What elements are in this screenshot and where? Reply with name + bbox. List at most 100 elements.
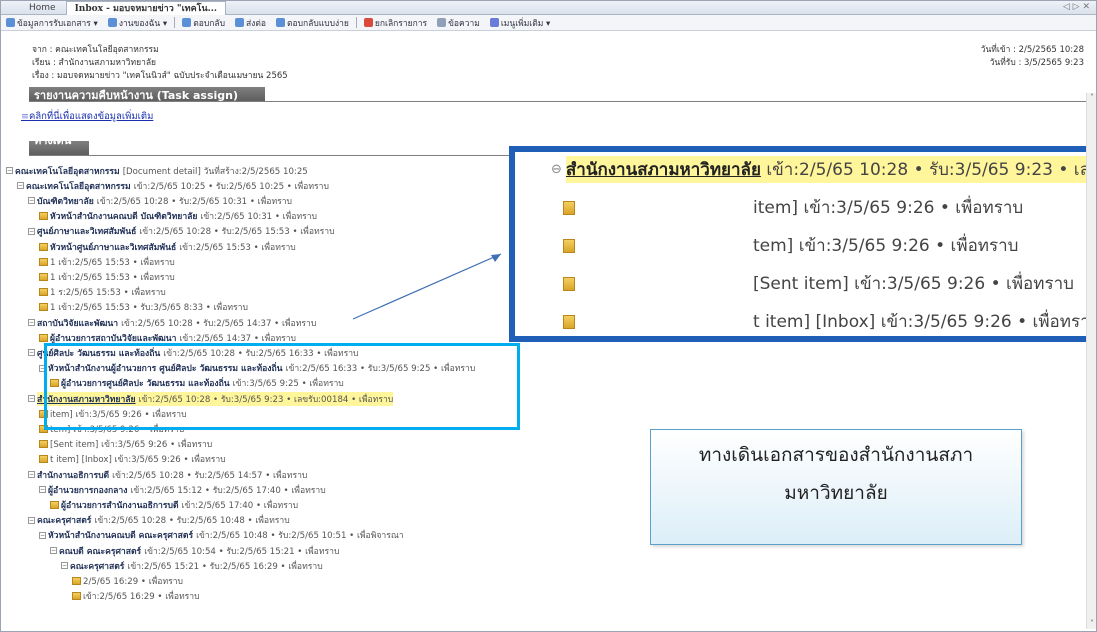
show-more-link[interactable]: ≡คลิกที่นี่เพื่อแสดงข้อมูลเพิ่มเติม [21, 109, 153, 124]
toolbar-button-4[interactable]: ตอบกลับแบบง่าย [271, 16, 354, 30]
tree-row[interactable]: 2/5/65 16:29 • เพื่อทราบ [72, 575, 183, 587]
toolbar-button-5[interactable]: ยกเลิกรายการ [359, 16, 432, 30]
path-divider [29, 155, 509, 156]
document-icon [39, 303, 48, 312]
tree-row[interactable]: 1 เข้า:2/5/65 15:53 • รับ:3/5/65 8:33 • … [39, 302, 248, 313]
toolbar-button-label: ยกเลิกรายการ [374, 18, 428, 29]
tree-node-name[interactable]: คณะครุศาสตร์ [70, 562, 124, 572]
tree-row[interactable]: ผู้อำนวยการสถาบันวิจัยและพัฒนา เข้า:2/5/6… [39, 332, 296, 344]
tree-node-detail: 1 เข้า:2/5/65 15:53 • เพื่อทราบ [50, 272, 175, 283]
collapse-toggle-icon[interactable]: − [28, 197, 35, 205]
inbox-tab[interactable]: Inbox - มอบจหมายข่าว "เทคโน... [65, 1, 227, 15]
zoom-row-content: item] เข้า:3/5/65 9:26 • เพื่อทราบ [753, 194, 1023, 221]
tree-node-name[interactable]: ศูนย์ภาษาและวิเทศสัมพันธ์ [37, 227, 136, 237]
tree-node-name[interactable]: คณะครุศาสตร์ [37, 516, 91, 526]
tree-row[interactable]: − หัวหน้าสำนักงานคณบดี คณะครุศาสตร์ เข้า:2… [39, 530, 404, 541]
collapse-toggle-icon[interactable]: − [28, 227, 35, 235]
toolbar-button-label: งานของฉัน ▾ [118, 18, 168, 29]
tree-node-detail: เข้า:2/5/65 10:28 • รับ:2/5/65 10:31 • เ… [96, 196, 293, 207]
highlight-callout-box [44, 343, 520, 430]
tree-row[interactable]: หัวหน้าสำนักงานคณบดี บัณฑิตวิทยาลัย เข้า:… [39, 211, 317, 222]
collapse-toggle-icon[interactable]: − [17, 182, 24, 190]
title-bar: Home Inbox - มอบจหมายข่าว "เทคโน... ◁ ▷ … [1, 1, 1096, 15]
scroll-down-icon[interactable]: ˅ [1087, 619, 1096, 629]
toolbar-button-1[interactable]: งานของฉัน ▾ [103, 16, 172, 30]
toolbar: ข้อมูลการรับเอกสาร ▾ งานของฉัน ▾ ตอบกลับ ส่… [1, 15, 1096, 31]
tree-row[interactable]: − คณะครุศาสตร์ เข้า:2/5/65 10:28 • รับ:2/5… [28, 515, 290, 526]
document-icon [563, 314, 575, 329]
collapse-toggle-icon[interactable]: − [61, 562, 68, 570]
tree-node-name[interactable]: ผู้อำนวยการกองกลาง [48, 486, 127, 496]
home-tab[interactable]: Home [29, 3, 56, 13]
tree-row-content: 1 เข้า:2/5/65 15:53 • รับ:3/5/65 8:33 • … [50, 300, 248, 314]
tree-node-detail: เข้า:2/5/65 10:25 • รับ:2/5/65 10:25 • เ… [133, 181, 329, 192]
received-date: วันที่รับ : 3/5/2565 9:23 [989, 58, 1084, 68]
tree-node-name[interactable]: หัวหน้าสำนักงานคณบดี บัณฑิตวิทยาลัย [50, 212, 197, 222]
toolbar-button-7[interactable]: เมนูเพิ่มเติม ▾ [485, 16, 555, 30]
tree-node-name[interactable]: คณะเทคโนโลยีอุตสาหกรรม [26, 182, 131, 192]
collapse-toggle-icon[interactable]: − [28, 471, 35, 478]
document-window: Home Inbox - มอบจหมายข่าว "เทคโน... ◁ ▷ … [0, 0, 1097, 632]
document-header: จาก : คณะเทคโนโลยีอุตสาหกรรม เรียน : สำน… [1, 32, 1096, 82]
toolbar-button-0[interactable]: ข้อมูลการรับเอกสาร ▾ [1, 16, 103, 30]
tree-node-name[interactable]: บัณฑิตวิทยาลัย [37, 197, 94, 207]
tree-row[interactable]: 1 เข้า:2/5/65 15:53 • เพื่อทราบ [39, 256, 175, 268]
toolbar-button-3[interactable]: ส่งต่อ [230, 16, 271, 30]
tree-row-content: เข้า:2/5/65 16:29 • เพื่อทราบ [83, 589, 200, 603]
tree-node-name[interactable]: หัวหน้าสำนักงานคณบดี คณะครุศาสตร์ [48, 531, 193, 541]
tree-row[interactable]: − คณบดี คณะครุศาสตร์ เข้า:2/5/65 10:54 • ร… [50, 545, 339, 557]
document-icon [39, 272, 48, 281]
tree-row[interactable]: − สำนักงานอธิการบดี เข้า:2/5/65 10:28 • รั… [28, 469, 307, 481]
tree-node-name[interactable]: สถาบันวิจัยและพัฒนา [37, 319, 118, 329]
scroll-up-icon[interactable]: ˄ [1087, 93, 1096, 103]
toolbar-button-label: ตอบกลับ [193, 18, 225, 29]
tree-node-name[interactable]: คณบดี คณะครุศาสตร์ [59, 547, 141, 557]
collapse-toggle-icon[interactable]: − [39, 531, 46, 539]
tree-row[interactable]: t item] [Inbox] เข้า:3/5/65 9:26 • เพื่อ… [39, 454, 226, 465]
tree-row[interactable]: − บัณฑิตวิทยาลัย เข้า:2/5/65 10:28 • รับ:2… [28, 195, 293, 207]
collapse-toggle-icon[interactable]: − [6, 167, 13, 174]
tree-row[interactable]: − ศูนย์ภาษาและวิเทศสัมพันธ์ เข้า:2/5/65 10… [28, 226, 335, 237]
annotation-note: ทางเดินเอกสารของสำนักงานสภา มหาวิทยาลัย [650, 429, 1022, 545]
show-more-link-text[interactable]: คลิกที่นี่เพื่อแสดงข้อมูลเพิ่มเติม [29, 111, 153, 122]
tree-row-content: หัวหน้าศูนย์ภาษาและวิเทศสัมพันธ์ เข้า:2/5… [50, 240, 296, 254]
tree-row[interactable]: − คณะครุศาสตร์ เข้า:2/5/65 15:21 • รับ:2/5… [61, 560, 323, 572]
toolbar-button-6[interactable]: ข้อความ [432, 16, 485, 30]
vertical-scrollbar[interactable]: ˄ ˅ [1086, 93, 1096, 629]
tree-row[interactable]: 1 ร:2/5/65 15:53 • เพื่อทราบ [39, 287, 166, 298]
tree-node-name[interactable]: หัวหน้าศูนย์ภาษาและวิเทศสัมพันธ์ [50, 243, 176, 253]
tree-node-name[interactable]: สำนักงานอธิการบดี [37, 471, 109, 481]
collapse-toggle-icon[interactable]: − [50, 547, 57, 554]
tree-row[interactable]: − สถาบันวิจัยและพัฒนา เข้า:2/5/65 10:28 • … [28, 317, 316, 329]
tree-row[interactable]: − คณะเทคโนโลยีอุตสาหกรรม [Document detail]… [6, 165, 308, 177]
collapse-toggle-icon[interactable]: − [28, 516, 35, 524]
toolbar-button-label: ข้อความ [448, 18, 480, 29]
tree-node-name[interactable]: ผู้อำนวยการสำนักงานอธิการบดี [61, 501, 179, 511]
tree-row[interactable]: หัวหน้าศูนย์ภาษาและวิเทศสัมพันธ์ เข้า:2/5… [39, 240, 296, 254]
tree-row[interactable]: [Sent item] เข้า:3/5/65 9:26 • เพื่อทราบ [39, 439, 212, 450]
toolbar-separator [174, 17, 176, 28]
task-assign-header[interactable]: รายงานความคืบหน้างาน (Task assign) [29, 87, 265, 102]
collapse-toggle-icon[interactable]: − [28, 395, 35, 402]
toolbar-button-2[interactable]: ตอบกลับ [177, 16, 230, 30]
zoom-node-name: สำนักงานสภามหาวิทยาลัย [565, 160, 761, 180]
document-path-header[interactable]: ทางเดินเอกสาร [29, 134, 89, 165]
note-line-1: ทางเดินเอกสารของสำนักงานสภา [698, 444, 974, 466]
tree-row[interactable]: − ผู้อำนวยการกองกลาง เข้า:2/5/65 15:12 • ร… [39, 483, 326, 497]
toolbar-button-label: เมนูเพิ่มเติม ▾ [500, 18, 551, 29]
tree-row-content: ผู้อำนวยการกองกลาง เข้า:2/5/65 15:12 • รั… [48, 483, 326, 497]
tree-row-content: 1 เข้า:2/5/65 15:53 • เพื่อทราบ [50, 270, 175, 284]
tree-row[interactable]: 1 เข้า:2/5/65 15:53 • เพื่อทราบ [39, 270, 175, 284]
tree-row-content: ผู้อำนวยการสำนักงานอธิการบดี เข้า:2/5/65 … [61, 498, 298, 512]
document-icon [563, 238, 575, 253]
bullet-icon: ≡ [21, 111, 29, 122]
window-controls[interactable]: ◁ ▷ ✕ [1063, 2, 1090, 12]
tree-row[interactable]: − คณะเทคโนโลยีอุตสาหกรรม เข้า:2/5/65 10:25… [17, 180, 329, 192]
collapse-toggle-icon[interactable]: − [28, 349, 35, 357]
tree-node-detail: 1 เข้า:2/5/65 15:53 • เพื่อทราบ [50, 257, 175, 268]
tree-row[interactable]: ผู้อำนวยการสำนักงานอธิการบดี เข้า:2/5/65 … [50, 498, 298, 512]
collapse-toggle-icon[interactable]: − [28, 319, 35, 326]
collapse-toggle-icon[interactable]: − [39, 486, 46, 494]
tree-node-name[interactable]: คณะเทคโนโลยีอุตสาหกรรม [15, 167, 120, 177]
tree-row[interactable]: เข้า:2/5/65 16:29 • เพื่อทราบ [72, 591, 200, 602]
